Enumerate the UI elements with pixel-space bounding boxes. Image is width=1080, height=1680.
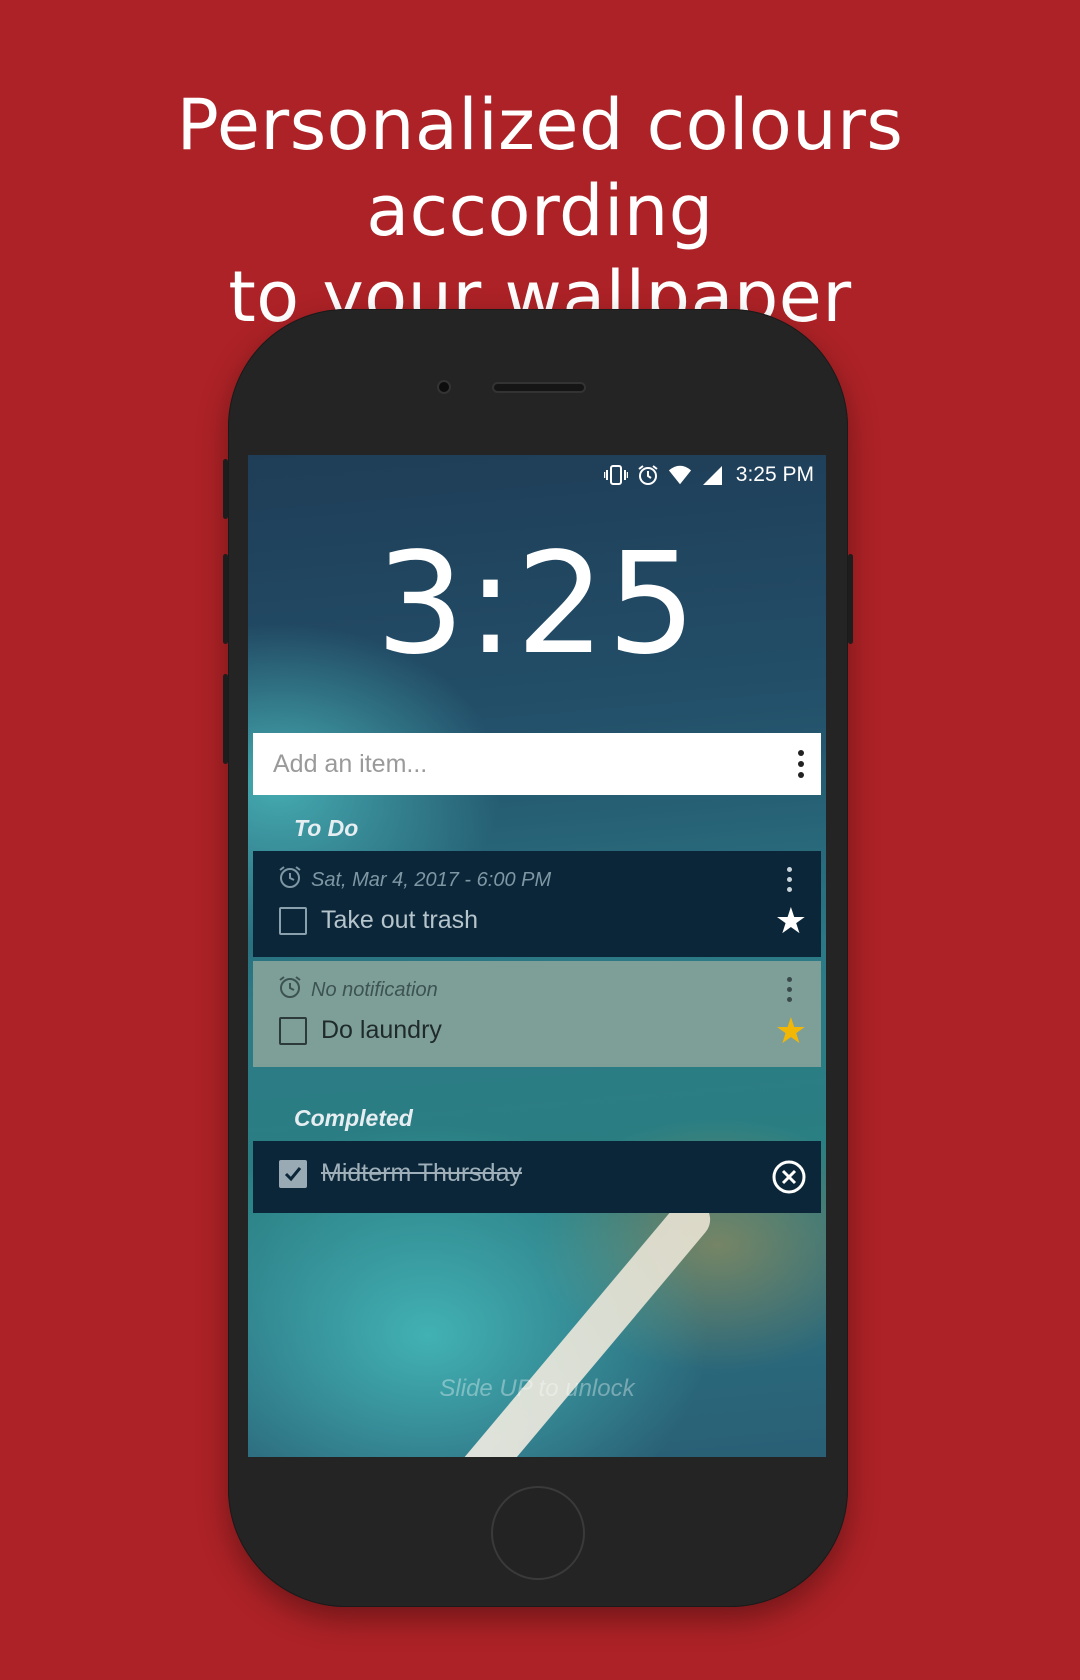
- signal-icon: [700, 463, 724, 487]
- alarm-icon: [636, 463, 660, 487]
- volume-up-button: [223, 459, 228, 519]
- volume-down-button: [223, 554, 228, 644]
- reminder-row[interactable]: No notification: [277, 974, 438, 1006]
- front-camera: [437, 380, 451, 394]
- more-options-icon[interactable]: [781, 744, 821, 784]
- wallpaper-shoreline: [417, 1191, 719, 1457]
- status-time: 3:25 PM: [735, 463, 814, 486]
- add-item-bar[interactable]: Add an item...: [253, 733, 821, 795]
- star-icon[interactable]: ★: [775, 903, 807, 939]
- add-item-input[interactable]: Add an item...: [273, 750, 781, 779]
- todo-card[interactable]: Sat, Mar 4, 2017 - 6:00 PM Take out tras…: [253, 851, 821, 957]
- remove-circle-icon[interactable]: [771, 1159, 807, 1195]
- reminder-row[interactable]: Sat, Mar 4, 2017 - 6:00 PM: [277, 864, 551, 896]
- completed-card[interactable]: Midterm Thursday: [253, 1141, 821, 1213]
- unlock-hint: Slide UP to unlock: [439, 1375, 635, 1402]
- vibrate-icon: [603, 463, 628, 487]
- wifi-icon: [668, 463, 692, 487]
- headline-line-1: Personalized colours according: [176, 84, 904, 252]
- section-title-todo: To Do: [294, 815, 359, 841]
- todo-card[interactable]: No notification Do laundry ★: [253, 961, 821, 1067]
- checkmark-icon: [284, 1166, 302, 1181]
- item-title: Midterm Thursday: [321, 1159, 522, 1187]
- earpiece-speaker: [492, 382, 586, 393]
- item-menu-icon[interactable]: [769, 859, 809, 899]
- item-checkbox[interactable]: [279, 1016, 307, 1045]
- alarm-clock-icon: [277, 864, 303, 896]
- section-title-completed: Completed: [294, 1105, 413, 1131]
- phone-frame: 3:25 PM 3:25 Add an item... To Do Sat, M…: [223, 309, 853, 1607]
- lock-clock: 3:25: [375, 523, 699, 686]
- item-checkbox-checked[interactable]: [279, 1159, 307, 1188]
- power-button: [848, 554, 853, 644]
- star-icon[interactable]: ★: [775, 1013, 807, 1049]
- mute-switch: [223, 674, 228, 764]
- item-title: Do laundry: [321, 1016, 442, 1044]
- item-title: Take out trash: [321, 906, 479, 934]
- headline: Personalized colours according to your w…: [0, 82, 1080, 340]
- reminder-text: Sat, Mar 4, 2017 - 6:00 PM: [311, 868, 552, 891]
- item-checkbox[interactable]: [279, 906, 307, 935]
- alarm-clock-icon: [277, 974, 303, 1006]
- item-menu-icon[interactable]: [769, 969, 809, 1009]
- home-button[interactable]: [491, 1486, 585, 1580]
- lock-screen: 3:25 PM 3:25 Add an item... To Do Sat, M…: [248, 455, 826, 1457]
- reminder-text: No notification: [311, 978, 438, 1001]
- status-bar: 3:25 PM: [603, 463, 814, 487]
